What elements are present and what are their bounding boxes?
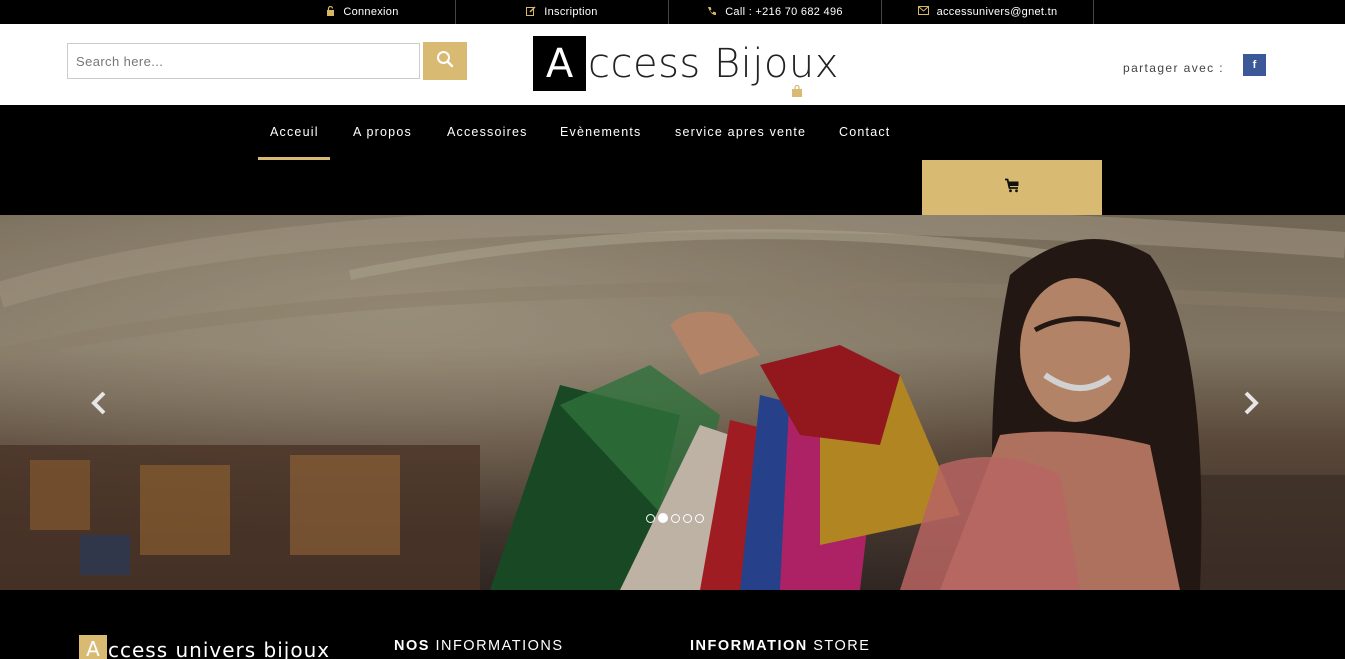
nav-item-accessoires[interactable]: Accessoires: [447, 125, 528, 141]
facebook-icon: f: [1252, 59, 1257, 71]
main-navigation: Acceuil A propos Accessoires Evènements …: [0, 105, 1345, 215]
chevron-right-icon: [1238, 391, 1262, 420]
footer-heading-store: INFORMATION STORE: [690, 638, 871, 654]
nav-item-contact[interactable]: Contact: [839, 125, 890, 141]
carousel-dot[interactable]: [671, 513, 680, 523]
site-logo[interactable]: A ccess Bijoux: [533, 36, 839, 91]
footer: A ccess univers bijoux NOS INFORMATIONS …: [0, 590, 1345, 659]
footer-logo-initial: A: [79, 635, 107, 659]
footer-heading-informations: NOS INFORMATIONS: [394, 638, 564, 654]
login-label: Connexion: [343, 6, 399, 18]
phone-info: Call : +216 70 682 496: [669, 0, 881, 24]
register-label: Inscription: [544, 6, 598, 18]
active-nav-indicator: [258, 157, 330, 160]
phone-label: Call : +216 70 682 496: [725, 6, 843, 18]
cart-icon: [1004, 178, 1021, 198]
carousel-dot[interactable]: [695, 513, 704, 523]
email-link[interactable]: accessunivers@gnet.tn: [882, 0, 1093, 24]
carousel-prev-button[interactable]: [88, 390, 112, 416]
logo-text: ccess Bijoux: [588, 40, 839, 87]
nav-item-acceuil[interactable]: Acceuil: [270, 125, 319, 141]
cart-button[interactable]: [922, 160, 1102, 215]
edit-icon: [526, 6, 536, 19]
search-input[interactable]: [67, 43, 420, 79]
lock-icon: [326, 5, 335, 19]
email-label: accessunivers@gnet.tn: [936, 6, 1058, 18]
footer-logo: A ccess univers bijoux: [79, 635, 330, 659]
footer-logo-text: ccess univers bijoux: [108, 638, 331, 659]
shopping-bag-icon: [791, 84, 803, 97]
hero-carousel: [0, 215, 1345, 590]
carousel-dot-active[interactable]: [658, 513, 668, 523]
chevron-left-icon: [88, 391, 112, 420]
carousel-dot[interactable]: [683, 513, 692, 523]
register-link[interactable]: Inscription: [456, 0, 668, 24]
carousel-next-button[interactable]: [1238, 390, 1262, 416]
header: A ccess Bijoux partager avec : f: [0, 24, 1345, 105]
hero-slide-image: [0, 215, 1345, 590]
topbar-divider: [1093, 0, 1094, 24]
logo-initial: A: [533, 36, 586, 91]
top-bar: Connexion Inscription Call : +216 70 682…: [0, 0, 1345, 24]
search-button[interactable]: [423, 42, 467, 80]
nav-item-a-propos[interactable]: A propos: [353, 125, 412, 141]
carousel-dot[interactable]: [646, 513, 655, 523]
login-link[interactable]: Connexion: [270, 0, 455, 24]
share-label: partager avec :: [1123, 61, 1225, 75]
carousel-indicators: [646, 513, 704, 523]
nav-item-evenements[interactable]: Evènements: [560, 125, 641, 141]
phone-icon: [707, 6, 717, 19]
facebook-share-button[interactable]: f: [1243, 54, 1266, 76]
envelope-icon: [917, 6, 929, 18]
nav-item-service-apres-vente[interactable]: service apres vente: [675, 125, 806, 141]
search-icon: [436, 50, 454, 73]
